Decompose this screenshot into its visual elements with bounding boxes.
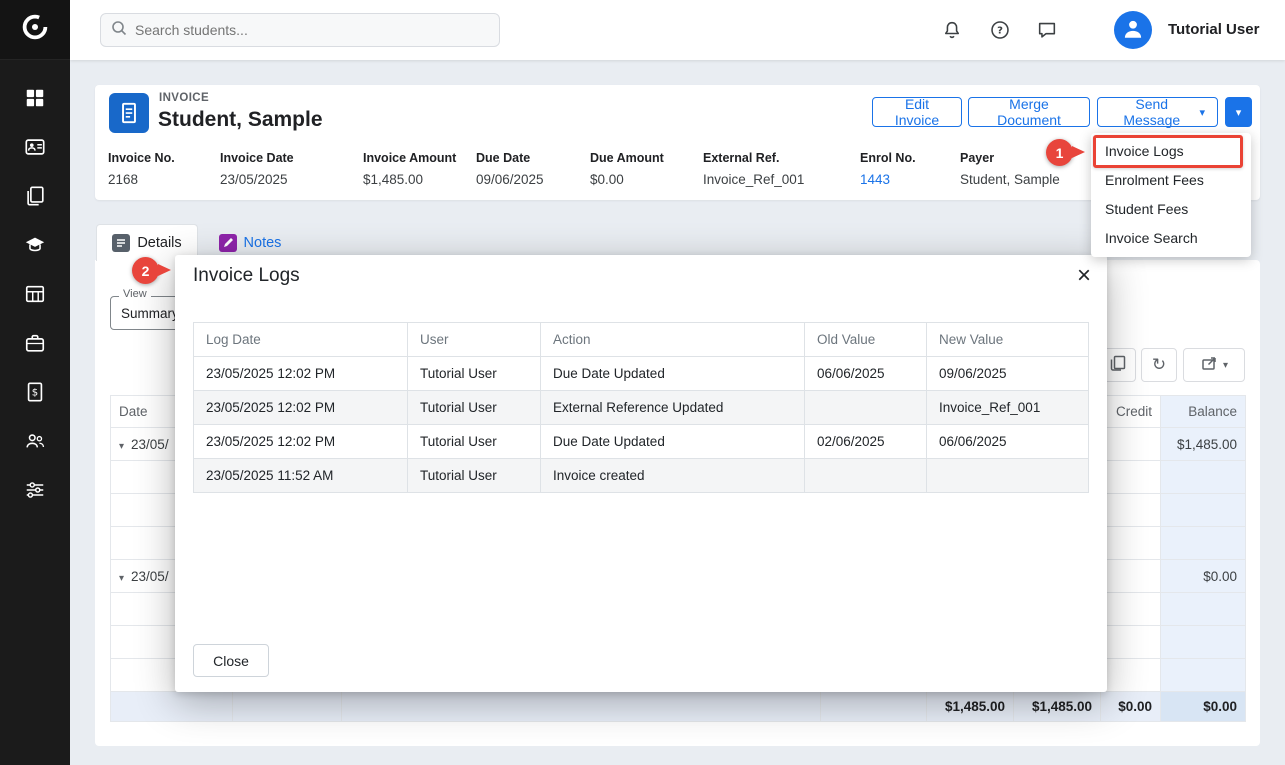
svg-text:$: $ [32, 387, 38, 398]
annotation-step-2: 2 [132, 257, 159, 284]
logs-header-row: Log Date User Action Old Value New Value [194, 323, 1089, 357]
sidebar: $ [0, 0, 70, 765]
merge-document-icon [1109, 354, 1127, 377]
sidebar-item-finance[interactable]: $ [15, 383, 55, 405]
svg-text:?: ? [997, 26, 1003, 37]
annotation-step-1: 1 [1046, 139, 1073, 166]
total-amount: $1,485.00 [927, 692, 1014, 722]
total-balance: $0.00 [1161, 692, 1246, 722]
log-row: 23/05/2025 12:02 PMTutorial UserDue Date… [194, 425, 1089, 459]
sidebar-item-documents[interactable] [15, 187, 55, 209]
log-row: 23/05/2025 11:52 AMTutorial UserInvoice … [194, 459, 1089, 493]
id-card-icon [24, 136, 46, 163]
close-icon[interactable]: × [1071, 261, 1097, 291]
menu-item-student-fees[interactable]: Student Fees [1091, 195, 1251, 224]
sidebar-item-dashboard[interactable] [15, 89, 55, 111]
app-root: $ ? Tutorial User INVOICE Student, Sampl… [0, 0, 1285, 765]
totals-row: $1,485.00 $1,485.00 $0.00 $0.00 [111, 692, 1246, 722]
table-icon [24, 283, 46, 310]
menu-item-enrolment-fees[interactable]: Enrolment Fees [1091, 166, 1251, 195]
history-button[interactable]: ↻ [1141, 348, 1177, 382]
col-new-value: New Value [927, 323, 1089, 357]
sidebar-item-tables[interactable] [15, 285, 55, 307]
col-credit: Credit [1101, 396, 1161, 428]
col-user: User [408, 323, 541, 357]
expand-caret-icon[interactable]: ▾ [119, 441, 124, 452]
total-debit: $1,485.00 [1014, 692, 1101, 722]
search-box [100, 13, 500, 47]
caret-down-icon: ▾ [1236, 106, 1242, 119]
help-icon[interactable]: ? [987, 17, 1013, 43]
invoice-logs-modal: Invoice Logs × Log Date User Action Old … [175, 255, 1107, 692]
sidebar-item-settings[interactable] [15, 481, 55, 503]
invoice-fields: Invoice No.2168 Invoice Date23/05/2025 I… [95, 151, 1260, 195]
annotation-arrow-icon [158, 264, 171, 276]
log-row: 23/05/2025 12:02 PMTutorial UserDue Date… [194, 357, 1089, 391]
field-enrol-no: Enrol No.1443 [860, 151, 916, 187]
user-avatar[interactable] [1114, 11, 1152, 49]
field-external-ref: External Ref.Invoice_Ref_001 [703, 151, 804, 187]
col-log-date: Log Date [194, 323, 408, 357]
record-type-label: INVOICE [159, 92, 209, 104]
modal-close-button[interactable]: Close [193, 644, 269, 677]
copy-pages-icon [24, 185, 46, 212]
total-credit: $0.00 [1101, 692, 1161, 722]
logo-icon [18, 10, 52, 49]
send-message-menu: Invoice Logs Enrolment Fees Student Fees… [1091, 133, 1251, 257]
people-icon [24, 430, 46, 457]
col-balance: Balance [1161, 396, 1246, 428]
page-title: Student, Sample [158, 108, 323, 132]
notifications-bell-icon[interactable] [939, 17, 965, 43]
modal-title: Invoice Logs [193, 265, 300, 287]
sidebar-item-people[interactable] [15, 432, 55, 454]
history-icon: ↻ [1152, 355, 1166, 375]
tab-details-label: Details [137, 235, 181, 251]
menu-item-invoice-search[interactable]: Invoice Search [1091, 224, 1251, 253]
sidebar-item-contacts[interactable] [15, 138, 55, 160]
invoice-logs-table: Log Date User Action Old Value New Value… [193, 322, 1089, 493]
caret-down-icon: ▾ [1199, 106, 1205, 119]
sidebar-nav: $ [0, 89, 70, 503]
send-message-button[interactable]: Send Message▾ [1097, 97, 1218, 127]
edit-invoice-button[interactable]: Edit Invoice [872, 97, 962, 127]
topbar: ? Tutorial User [70, 0, 1285, 60]
search-icon [111, 20, 127, 41]
chat-icon[interactable] [1034, 17, 1060, 43]
user-name: Tutorial User [1168, 21, 1259, 38]
field-due-amount: Due Amount$0.00 [590, 151, 664, 187]
annotation-arrow-icon [1072, 146, 1085, 158]
caret-down-icon: ▾ [1223, 360, 1228, 371]
invoice-header-card: INVOICE Student, Sample Edit Invoice Mer… [95, 85, 1260, 200]
export-icon [1200, 354, 1218, 377]
field-invoice-amount: Invoice Amount$1,485.00 [363, 151, 456, 187]
grid-icon [24, 87, 46, 114]
export-button[interactable]: ▾ [1183, 348, 1245, 382]
details-icon [112, 234, 130, 252]
search-input[interactable] [135, 22, 489, 38]
expand-caret-icon[interactable]: ▾ [119, 573, 124, 584]
invoice-dollar-icon: $ [24, 381, 46, 408]
person-icon [1120, 15, 1146, 46]
enrol-no-link[interactable]: 1443 [860, 172, 916, 187]
col-action: Action [541, 323, 805, 357]
tab-notes-label: Notes [244, 235, 282, 251]
field-payer: PayerStudent, Sample [960, 151, 1060, 187]
sliders-icon [24, 479, 46, 506]
briefcase-icon [24, 332, 46, 359]
more-actions-caret-button[interactable]: ▾ [1225, 97, 1252, 127]
menu-item-invoice-logs[interactable]: Invoice Logs [1091, 137, 1251, 166]
graduation-cap-icon [24, 234, 46, 261]
app-logo[interactable] [0, 0, 70, 60]
sidebar-item-courses[interactable] [15, 236, 55, 258]
notes-icon [219, 234, 237, 252]
field-invoice-no: Invoice No.2168 [108, 151, 175, 187]
field-due-date: Due Date09/06/2025 [476, 151, 544, 187]
log-row: 23/05/2025 12:02 PMTutorial UserExternal… [194, 391, 1089, 425]
merge-document-button[interactable]: Merge Document [968, 97, 1090, 127]
invoice-doc-icon [109, 93, 149, 133]
view-select-label: View [119, 288, 151, 300]
sidebar-item-briefcase[interactable] [15, 334, 55, 356]
col-old-value: Old Value [805, 323, 927, 357]
field-invoice-date: Invoice Date23/05/2025 [220, 151, 294, 187]
